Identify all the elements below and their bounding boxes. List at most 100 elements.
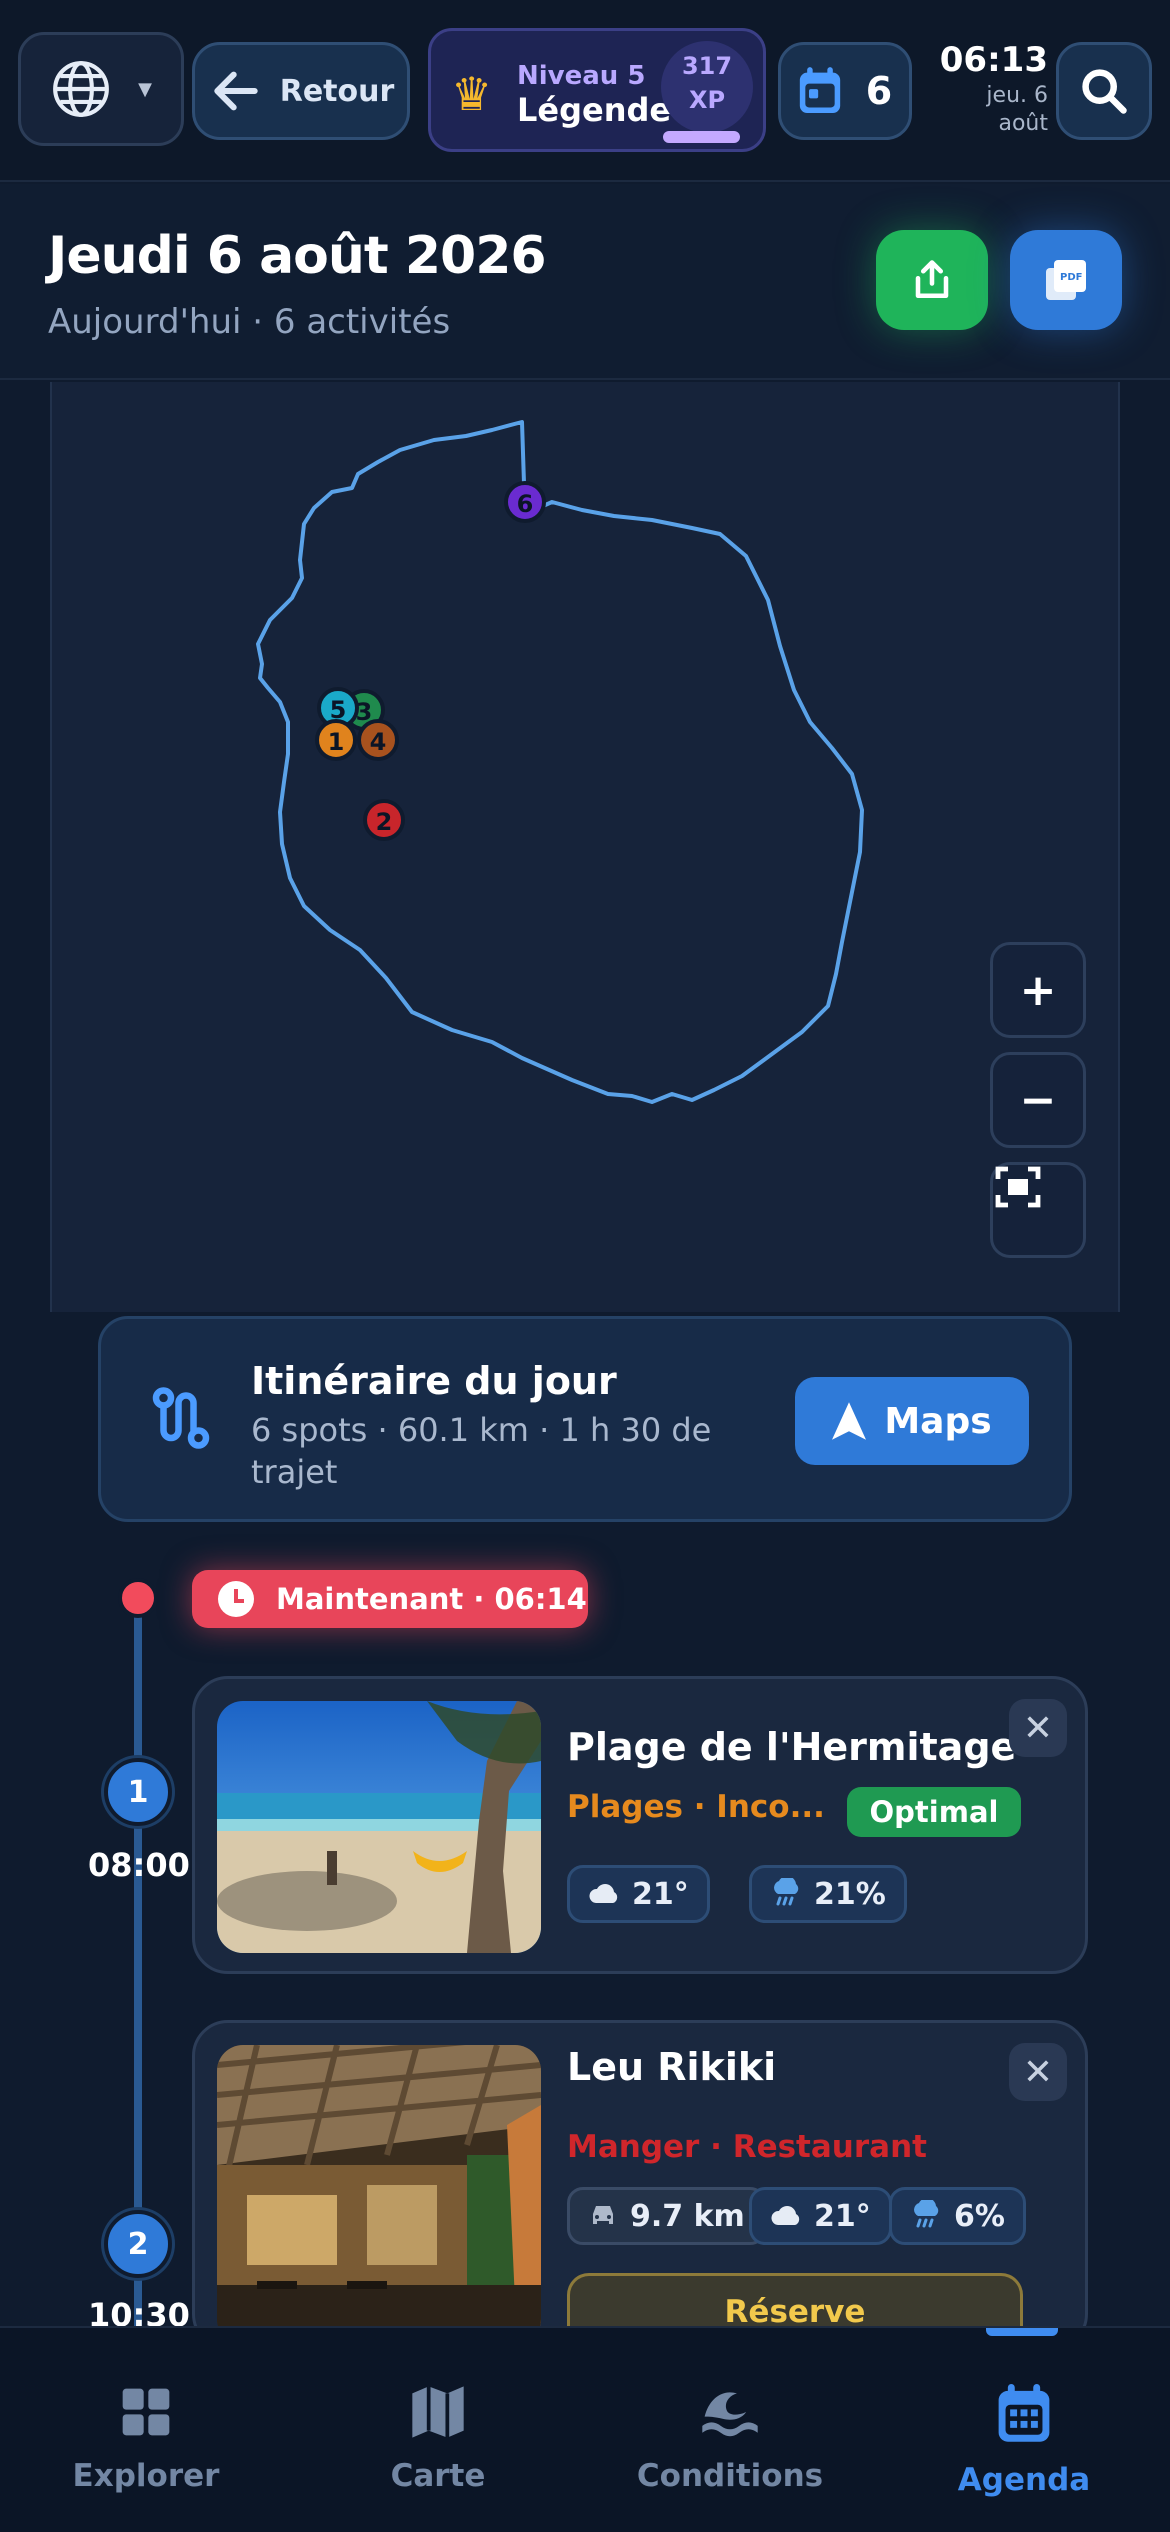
- crown-icon: ♛: [451, 67, 493, 121]
- distance-chip: 9.7 km: [567, 2187, 766, 2245]
- calendar-icon: [799, 67, 840, 113]
- step-number-2: 2: [104, 2210, 172, 2278]
- now-indicator-dot: [118, 1578, 158, 1618]
- grid-icon: [122, 2388, 170, 2436]
- itinerary-summary: Itinéraire du jour 6 spots · 60.1 km · 1…: [98, 1316, 1072, 1522]
- xp-progress-bar: [663, 131, 741, 143]
- temperature-chip: 21°: [749, 2187, 892, 2245]
- language-button[interactable]: ▼: [18, 32, 184, 146]
- status-badge: Optimal: [847, 1787, 1021, 1837]
- rain-chip: 21%: [749, 1865, 907, 1923]
- nav-label: Conditions: [636, 2458, 824, 2494]
- activity-title: Leu Rikiki: [567, 2045, 777, 2089]
- island-route: [256, 420, 864, 1104]
- step-number-1: 1: [104, 1758, 172, 1826]
- open-maps-button[interactable]: Maps: [795, 1377, 1029, 1465]
- xp-value: 317: [681, 52, 733, 80]
- remove-activity-button[interactable]: ✕: [1009, 1699, 1067, 1757]
- activity-category: Manger · Restaurant: [567, 2129, 927, 2165]
- activity-photo: [217, 2045, 541, 2345]
- svg-text:1: 1: [328, 728, 345, 756]
- clock-icon: [218, 1581, 254, 1617]
- map-canvas: 6 3 5 1 4 2: [256, 420, 864, 1104]
- temperature-value: 21°: [814, 2198, 871, 2234]
- pdf-icon: PDF: [1046, 260, 1086, 300]
- route-icon: [152, 1387, 210, 1449]
- temperature-value: 21°: [632, 1876, 689, 1912]
- clock-date-month: août: [998, 111, 1048, 136]
- map-marker-1[interactable]: 1: [315, 719, 357, 761]
- svg-text:2: 2: [376, 808, 393, 836]
- rain-value: 6%: [954, 2198, 1005, 2234]
- search-button[interactable]: [1056, 42, 1152, 140]
- xp-indicator: 317 XP: [661, 41, 753, 133]
- level-badge[interactable]: ♛ Niveau 5 Légende 317 XP: [428, 28, 766, 152]
- car-icon: [588, 2203, 618, 2229]
- fit-screen-icon: [995, 1166, 1041, 1208]
- page-title: Jeudi 6 août 2026: [48, 226, 547, 286]
- xp-label: XP: [688, 86, 726, 114]
- distance-value: 9.7 km: [630, 2198, 745, 2234]
- calendar-count: 6: [865, 69, 893, 113]
- itinerary-subtitle: 6 spots · 60.1 km · 1 h 30 de trajet: [251, 1411, 712, 1491]
- nav-label: Explorer: [72, 2458, 220, 2494]
- svg-text:6: 6: [517, 490, 534, 518]
- page-subtitle: Aujourd'hui · 6 activités: [48, 302, 451, 342]
- back-label: Retour: [279, 73, 395, 109]
- pdf-export-button[interactable]: PDF: [1010, 230, 1122, 330]
- svg-text:PDF: PDF: [1060, 272, 1082, 283]
- map-marker-6[interactable]: 6: [504, 481, 546, 523]
- maps-label: Maps: [884, 1400, 992, 1442]
- zoom-in-button[interactable]: +: [990, 942, 1086, 1038]
- level-label: Niveau 5: [517, 61, 646, 91]
- temperature-chip: 21°: [567, 1865, 710, 1923]
- activity-card[interactable]: Leu Rikiki Manger · Restaurant ✕ 9.7 km …: [192, 2020, 1088, 2350]
- nav-label: Carte: [390, 2458, 486, 2494]
- activity-category: Plages · Inco...: [567, 1789, 825, 1825]
- rain-value: 21%: [814, 1876, 886, 1912]
- close-icon: ✕: [1022, 1707, 1054, 1749]
- day-header: Jeudi 6 août 2026 Aujourd'hui · 6 activi…: [0, 184, 1170, 380]
- active-tab-indicator: [986, 2328, 1058, 2336]
- share-icon: [915, 260, 949, 299]
- nav-tab-agenda[interactable]: Agenda: [904, 2384, 1144, 2498]
- fit-bounds-button[interactable]: [990, 1162, 1086, 1258]
- rain-chip: 6%: [889, 2187, 1026, 2245]
- nav-tab-conditions[interactable]: Conditions: [610, 2384, 850, 2494]
- share-button[interactable]: [876, 230, 988, 330]
- map-marker-4[interactable]: 4: [357, 719, 399, 761]
- arrow-left-icon: [214, 71, 258, 111]
- close-icon: ✕: [1022, 2051, 1054, 2093]
- back-button[interactable]: Retour: [192, 42, 410, 140]
- nav-tab-carte[interactable]: Carte: [318, 2384, 558, 2494]
- plus-icon: +: [1019, 964, 1057, 1016]
- wave-icon: [702, 2392, 758, 2437]
- itinerary-map[interactable]: 6 3 5 1 4 2 + −: [50, 382, 1120, 1312]
- nav-label: Agenda: [957, 2462, 1091, 2498]
- nav-tab-explorer[interactable]: Explorer: [26, 2384, 266, 2494]
- svg-text:4: 4: [370, 728, 387, 756]
- bottom-navigation: Explorer Carte Conditions Agenda: [0, 2326, 1170, 2532]
- cloud-icon: [588, 1883, 620, 1905]
- clock: 06:13 jeu. 6 août: [938, 40, 1048, 136]
- remove-activity-button[interactable]: ✕: [1009, 2043, 1067, 2101]
- navigation-arrow-icon: [832, 1402, 867, 1440]
- map-marker-2[interactable]: 2: [363, 799, 405, 841]
- cloud-icon: [770, 2205, 802, 2227]
- now-badge: Maintenant · 06:14: [192, 1570, 588, 1628]
- rain-icon: [910, 2200, 942, 2232]
- activity-title: Plage de l'Hermitage: [567, 1725, 1017, 1769]
- zoom-out-button[interactable]: −: [990, 1052, 1086, 1148]
- rain-icon: [770, 1878, 802, 1910]
- itinerary-title: Itinéraire du jour: [251, 1359, 617, 1403]
- clock-date: jeu. 6: [986, 83, 1048, 108]
- globe-icon: [53, 61, 109, 117]
- search-icon: [1082, 69, 1127, 114]
- activity-photo: [217, 1701, 541, 1953]
- level-rank: Légende: [517, 91, 672, 129]
- top-bar: ▼ Retour ♛ Niveau 5 Légende 317 XP 6 06:…: [0, 0, 1170, 182]
- calendar-button[interactable]: 6: [778, 42, 912, 140]
- clock-time: 06:13: [939, 40, 1048, 80]
- now-label: Maintenant · 06:14: [276, 1582, 587, 1616]
- activity-card[interactable]: Plage de l'Hermitage Plages · Inco... Op…: [192, 1676, 1088, 1974]
